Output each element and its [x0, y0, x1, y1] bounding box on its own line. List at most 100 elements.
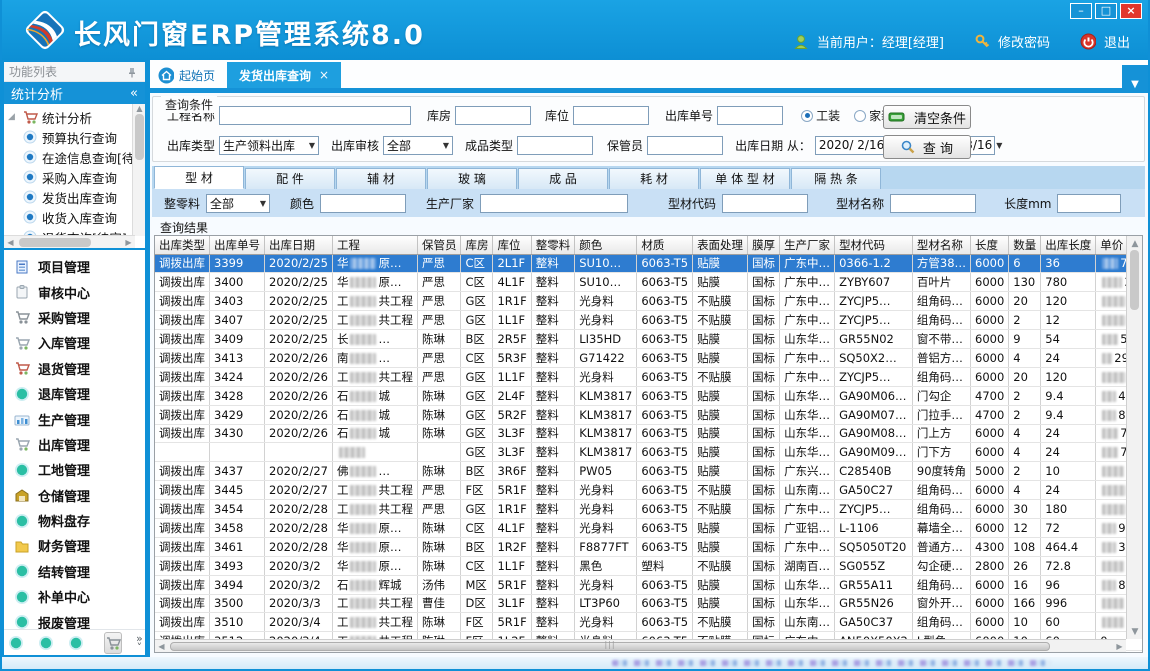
sidebar-item-退货管理[interactable]: 退货管理	[4, 356, 145, 381]
column-header[interactable]: 数量	[1009, 236, 1041, 254]
order-no-input[interactable]	[717, 106, 783, 125]
sidebar-item-退库管理[interactable]: 退库管理	[4, 381, 145, 406]
change-password-link[interactable]: 修改密码	[998, 32, 1050, 51]
column-header[interactable]: 颜色	[575, 236, 637, 254]
sidebar-item-结转管理[interactable]: 结转管理	[4, 559, 145, 584]
sidebar-item-入库管理[interactable]: 入库管理	[4, 330, 145, 355]
pin-icon[interactable]	[124, 64, 140, 80]
table-row[interactable]: 调拨出库34282020/2/26石城陈琳G区2L4F整料KLM38176063…	[155, 386, 1143, 405]
column-header[interactable]: 生产厂家	[780, 236, 835, 254]
maximize-button[interactable]: □	[1095, 3, 1117, 19]
table-row[interactable]: 调拨出库34542020/2/28工共工程严思G区1R1F整料光身料6063-T…	[155, 500, 1143, 519]
material-tab-1[interactable]: 型 材	[154, 166, 244, 189]
material-tab-5[interactable]: 成 品	[518, 168, 608, 189]
circle-shortcut-icon[interactable]	[8, 635, 24, 651]
tab-shipment-outbound-query[interactable]: 发货出库查询 ×	[227, 62, 341, 88]
color-input[interactable]	[320, 194, 406, 213]
tree-root[interactable]: ◢统计分析	[8, 107, 145, 127]
tab-list-dropdown[interactable]: ▼	[1122, 65, 1148, 93]
table-row[interactable]: 调拨出库34452020/2/27工共工程严思F区5R1F整料光身料6063-T…	[155, 481, 1143, 500]
tree-item[interactable]: 采购入库查询	[8, 167, 145, 187]
column-header[interactable]: 整零料	[531, 236, 575, 254]
sidebar-item-生产管理[interactable]: 生产管理	[4, 406, 145, 431]
tab-home[interactable]: 起始页	[150, 62, 227, 88]
circle-shortcut-icon[interactable]	[38, 635, 54, 651]
table-row[interactable]: 调拨出库34072020/2/25工共工程严思G区1L1F整料光身料6063-T…	[155, 311, 1143, 330]
length-input[interactable]	[1057, 194, 1121, 213]
column-header[interactable]: 出库单号	[210, 236, 265, 254]
section-header[interactable]: 统计分析 «	[4, 82, 145, 104]
tree-item[interactable]: 发货出库查询	[8, 187, 145, 207]
tree-vertical-scrollbar[interactable]: ▲	[132, 104, 145, 236]
sidebar-item-项目管理[interactable]: 项目管理	[4, 254, 145, 279]
sidebar-item-报废管理[interactable]: 报废管理	[4, 609, 145, 629]
sidebar-item-采购管理[interactable]: 采购管理	[4, 305, 145, 330]
table-row[interactable]: 调拨出库34302020/2/26石城陈琳G区3L3F整料KLM38176063…	[155, 424, 1143, 443]
sidebar-item-仓储管理[interactable]: 仓储管理	[4, 483, 145, 508]
tree-item[interactable]: 预算执行查询	[8, 127, 145, 147]
table-row[interactable]: 调拨出库34932020/3/2华原…陈琳C区1L1F整料黑色塑料不贴膜国标湖南…	[155, 556, 1143, 575]
material-tab-7[interactable]: 单 体 型 材	[700, 168, 790, 189]
out-type-select[interactable]: 生产领料出库▼	[219, 136, 319, 155]
tab-close-icon[interactable]: ×	[319, 68, 329, 82]
date-from-picker[interactable]: 2020/ 2/16▼	[815, 136, 887, 155]
table-row[interactable]: G区3L3F整料KLM38176063-T5贴膜国标山东华…GA90M09…门下…	[155, 443, 1143, 462]
minimize-button[interactable]: –	[1070, 3, 1092, 19]
collapse-icon[interactable]: «	[130, 86, 138, 101]
cart-shortcut-button[interactable]	[104, 632, 122, 654]
sidebar-item-审核中心[interactable]: 审核中心	[4, 279, 145, 304]
column-header[interactable]: 型材代码	[835, 236, 913, 254]
clear-conditions-button[interactable]: 清空条件	[883, 105, 971, 129]
material-tab-8[interactable]: 隔 热 条	[791, 168, 881, 189]
scrollbar-thumb[interactable]	[170, 642, 1050, 651]
column-header[interactable]: 出库类型	[155, 236, 210, 254]
material-tab-4[interactable]: 玻 璃	[427, 168, 517, 189]
column-header[interactable]: 工程	[332, 236, 417, 254]
search-button[interactable]: 查 询	[883, 135, 971, 159]
table-row[interactable]: 调拨出库34132020/2/26南…严思C区5R3F整料G714226063-…	[155, 348, 1143, 367]
warehouse-input[interactable]	[455, 106, 531, 125]
project-name-input[interactable]	[219, 106, 411, 125]
column-header[interactable]: 库位	[493, 236, 531, 254]
column-header[interactable]: 型材名称	[912, 236, 970, 254]
whole-piece-select[interactable]: 全部▼	[206, 194, 270, 213]
table-row[interactable]: 调拨出库34032020/2/25工共工程严思G区1R1F整料光身料6063-T…	[155, 292, 1143, 311]
column-header[interactable]: 保管员	[417, 236, 461, 254]
table-row[interactable]: 调拨出库34092020/2/25长…陈琳B区2R5F整料LI35HD6063-…	[155, 330, 1143, 349]
audit-select[interactable]: 全部▼	[383, 136, 453, 155]
keeper-input[interactable]	[647, 136, 723, 155]
overflow-chevron[interactable]: »˅	[136, 634, 143, 652]
profile-code-input[interactable]	[722, 194, 808, 213]
table-row[interactable]: 调拨出库35002020/3/3工共工程曹佳D区3L1F整料LT3P606063…	[155, 594, 1143, 613]
sidebar-item-补单中心[interactable]: 补单中心	[4, 584, 145, 609]
table-row[interactable]: 调拨出库34942020/3/2石辉城汤伟M区5R1F整料光身料6063-T5贴…	[155, 575, 1143, 594]
table-row[interactable]: 调拨出库34372020/2/27佛…陈琳B区3R6F整料PW056063-T5…	[155, 462, 1143, 481]
material-tab-2[interactable]: 配 件	[245, 168, 335, 189]
tree-horizontal-scrollbar[interactable]: ◀▶	[4, 235, 135, 248]
sidebar-item-物料盘存[interactable]: 物料盘存	[4, 508, 145, 533]
table-row[interactable]: 调拨出库35102020/3/4工共工程陈琳F区5R1F整料光身料6063-T5…	[155, 613, 1143, 632]
material-tab-3[interactable]: 辅 材	[336, 168, 426, 189]
circle-shortcut-icon[interactable]	[68, 635, 84, 651]
radio-gongzhuang[interactable]: 工装	[801, 107, 840, 124]
tree-item[interactable]: 收货入库查询	[8, 207, 145, 227]
table-row[interactable]: 调拨出库33992020/2/25华原…严思C区2L1F整料SU10…6063-…	[155, 254, 1143, 273]
table-row[interactable]: 调拨出库34582020/2/28华原…陈琳C区4L1F整料光身料6063-T5…	[155, 518, 1143, 537]
grid-vertical-scrollbar[interactable]: ▲ ▼	[1126, 236, 1142, 639]
product-type-input[interactable]	[517, 136, 593, 155]
tree-item[interactable]: 在途信息查询[待	[8, 147, 145, 167]
table-row[interactable]: 调拨出库34612020/2/28华原…陈琳B区1R2F整料F8877FT606…	[155, 537, 1143, 556]
column-header[interactable]: 长度	[971, 236, 1009, 254]
sidebar-item-财务管理[interactable]: 财务管理	[4, 533, 145, 558]
material-tab-6[interactable]: 耗 材	[609, 168, 699, 189]
profile-name-input[interactable]	[890, 194, 976, 213]
maker-input[interactable]	[480, 194, 628, 213]
table-row[interactable]: 调拨出库34242020/2/26工共工程严思G区1L1F整料光身料6063-T…	[155, 367, 1143, 386]
grid-horizontal-scrollbar[interactable]: ◀ ▶	[155, 639, 1126, 652]
location-input[interactable]	[573, 106, 649, 125]
column-header[interactable]: 表面处理	[693, 236, 748, 254]
column-header[interactable]: 库房	[461, 236, 493, 254]
column-header[interactable]: 出库长度	[1041, 236, 1096, 254]
close-button[interactable]: ×	[1120, 3, 1142, 19]
column-header[interactable]: 出库日期	[265, 236, 333, 254]
